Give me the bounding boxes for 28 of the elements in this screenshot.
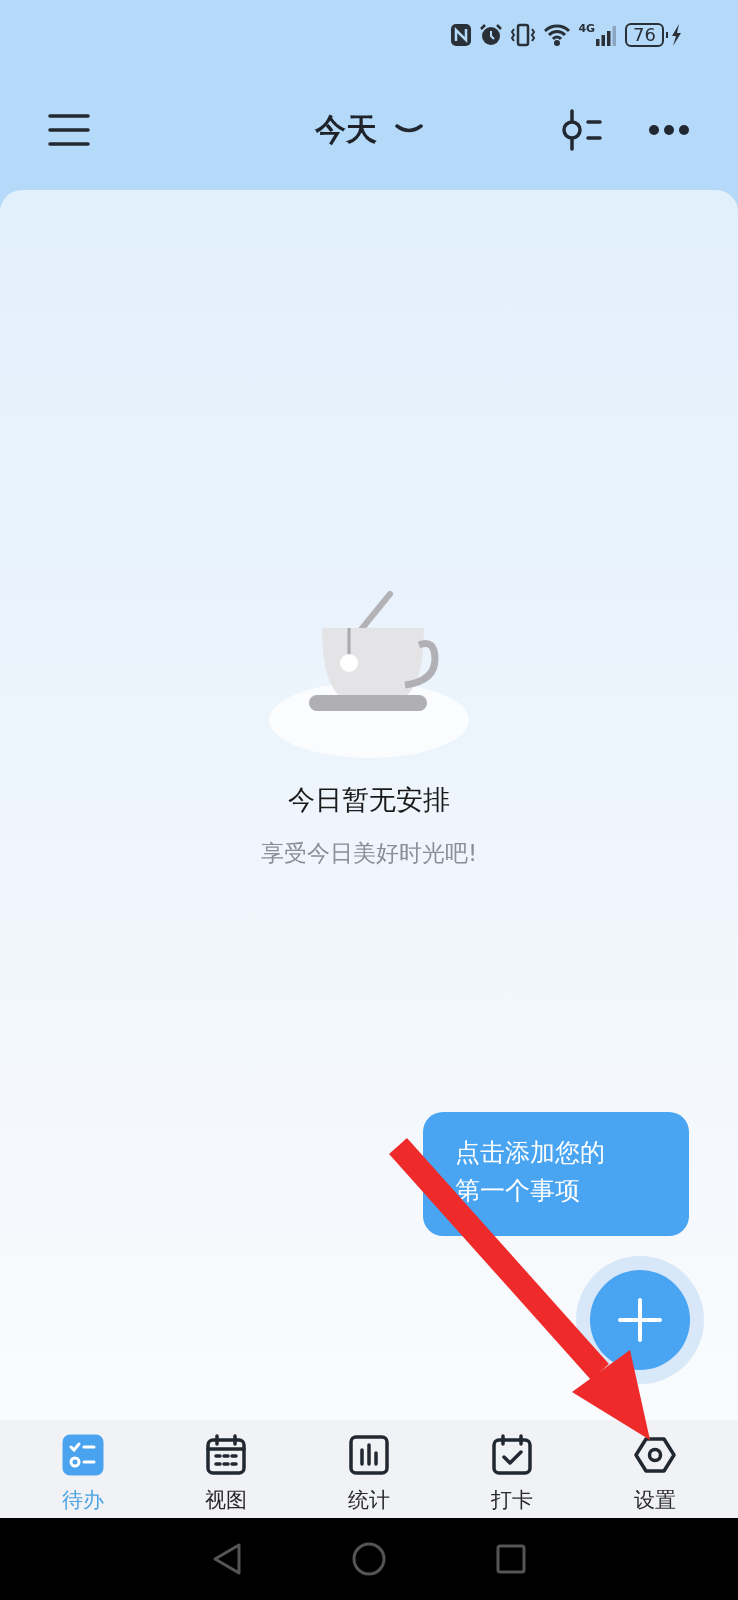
battery-level: 76: [625, 23, 664, 47]
tab[interactable]: 设置: [599, 1420, 710, 1518]
calendar-icon: [205, 1434, 248, 1476]
empty-title: 今日暂无安排: [288, 783, 450, 817]
vibrate-icon: [510, 23, 537, 47]
tab[interactable]: 打卡: [456, 1420, 567, 1518]
network-label: 4G: [578, 23, 596, 34]
date-dropdown[interactable]: 今天: [315, 109, 423, 151]
back-icon[interactable]: [212, 1542, 242, 1576]
hexagon-settings-icon: [633, 1434, 676, 1476]
menu-icon[interactable]: [48, 113, 90, 147]
recents-icon[interactable]: [496, 1544, 526, 1574]
plus-icon: [618, 1298, 662, 1342]
tab[interactable]: 统计: [314, 1420, 424, 1518]
calendar-check-icon: [490, 1434, 533, 1476]
charging-icon: [666, 23, 682, 47]
signal-icon: [596, 23, 619, 47]
tab[interactable]: 视图: [171, 1420, 282, 1518]
checklist-icon: [62, 1434, 105, 1476]
home-icon[interactable]: [352, 1542, 386, 1576]
more-icon[interactable]: [648, 124, 690, 136]
alarm-icon: [479, 23, 504, 47]
add-button[interactable]: [590, 1270, 690, 1370]
wifi-icon: [543, 23, 572, 47]
nfc-icon: [450, 23, 473, 47]
empty-subtitle: 享受今日美好时光吧!: [260, 839, 478, 868]
bar-chart-icon: [348, 1434, 390, 1476]
timeline-icon[interactable]: [562, 109, 604, 151]
